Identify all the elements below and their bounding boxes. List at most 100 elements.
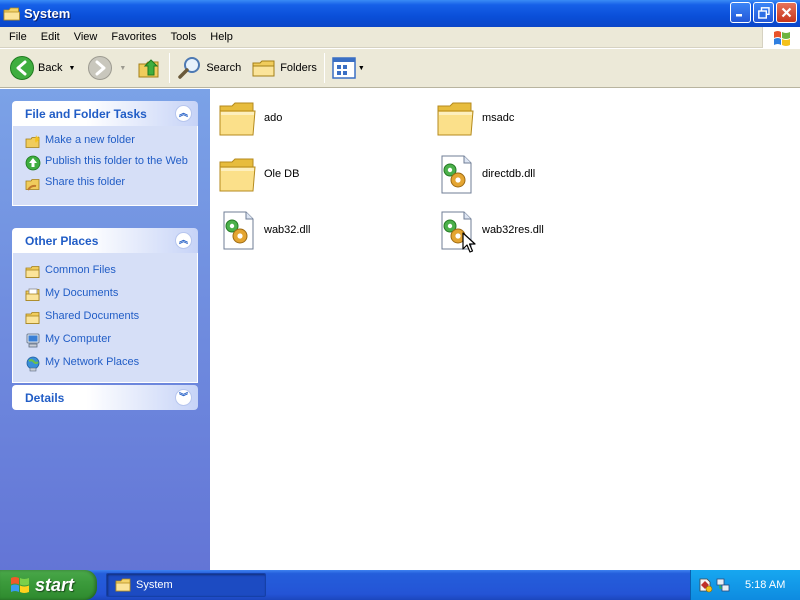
expand-icon[interactable]: ︾ bbox=[175, 389, 192, 406]
back-button[interactable]: Back ▼ bbox=[6, 51, 78, 85]
search-label: Search bbox=[206, 62, 242, 74]
place-label: Shared Documents bbox=[45, 310, 140, 322]
place-my-network-places[interactable]: My Network Places bbox=[25, 356, 189, 372]
folder-icon bbox=[115, 578, 131, 592]
folders-icon bbox=[252, 60, 275, 77]
minimize-icon bbox=[736, 14, 742, 17]
menu-tools[interactable]: Tools bbox=[164, 28, 204, 47]
file-name: wab32.dll bbox=[264, 224, 311, 236]
windows-logo bbox=[762, 27, 800, 48]
other-places-title: Other Places bbox=[25, 233, 99, 248]
file-item-dll[interactable]: directdb.dll bbox=[434, 149, 535, 199]
title-bar[interactable]: System bbox=[0, 0, 800, 27]
other-places-body: Common Files My Documents Shared Documen… bbox=[12, 253, 198, 383]
folder-icon bbox=[219, 102, 256, 136]
task-label: Publish this folder to the Web bbox=[45, 155, 188, 167]
back-dropdown-icon[interactable]: ▼ bbox=[68, 65, 75, 72]
folder-icon bbox=[25, 312, 40, 324]
views-button[interactable]: ▼ bbox=[329, 51, 368, 85]
place-label: My Computer bbox=[45, 333, 112, 345]
menu-view[interactable]: View bbox=[67, 28, 105, 47]
minimize-button[interactable] bbox=[730, 2, 751, 23]
file-name: msadc bbox=[482, 112, 515, 124]
views-icon bbox=[332, 57, 356, 79]
maximize-button[interactable] bbox=[753, 2, 774, 23]
search-button[interactable]: Search bbox=[174, 51, 244, 85]
menu-bar: File Edit View Favorites Tools Help bbox=[0, 27, 800, 48]
file-list-view[interactable]: ado msadc Ole DB directdb.dll wab32.dll … bbox=[210, 89, 800, 570]
menu-file[interactable]: File bbox=[2, 28, 34, 47]
folders-button[interactable]: Folders bbox=[248, 51, 320, 85]
task-publish-folder-web[interactable]: Publish this folder to the Web bbox=[25, 155, 189, 171]
folders-label: Folders bbox=[280, 62, 317, 74]
toolbar-separator bbox=[323, 53, 325, 83]
back-label: Back bbox=[38, 62, 63, 74]
my-documents-icon bbox=[25, 288, 40, 301]
views-dropdown-icon[interactable]: ▼ bbox=[358, 65, 365, 72]
task-label: Share this folder bbox=[45, 176, 126, 188]
dll-file-icon bbox=[223, 211, 254, 250]
taskbar: start System 5:18 AM bbox=[0, 570, 800, 600]
network-connection-icon[interactable] bbox=[715, 577, 731, 593]
security-alert-icon[interactable] bbox=[697, 577, 713, 593]
place-label: My Documents bbox=[45, 287, 119, 299]
close-button[interactable] bbox=[776, 2, 797, 23]
menu-edit[interactable]: Edit bbox=[34, 28, 67, 47]
file-item-dll[interactable]: wab32res.dll bbox=[434, 205, 544, 255]
dll-file-icon bbox=[441, 155, 472, 194]
place-common-files[interactable]: Common Files bbox=[25, 264, 189, 280]
system-tray: 5:18 AM bbox=[690, 570, 800, 600]
place-label: Common Files bbox=[45, 264, 116, 276]
up-folder-icon bbox=[138, 59, 159, 78]
taskbar-window-label: System bbox=[136, 579, 173, 591]
new-folder-icon bbox=[25, 135, 40, 148]
file-name: wab32res.dll bbox=[482, 224, 544, 236]
task-pane: File and Folder Tasks ︽ Make a new folde… bbox=[0, 89, 210, 570]
up-folder-button[interactable] bbox=[133, 51, 165, 85]
folder-icon bbox=[437, 102, 474, 136]
task-make-new-folder[interactable]: Make a new folder bbox=[25, 134, 189, 150]
taskbar-window-button[interactable]: System bbox=[106, 573, 266, 597]
place-my-computer[interactable]: My Computer bbox=[25, 333, 189, 349]
details-panel: Details ︾ bbox=[12, 385, 198, 410]
collapse-icon[interactable]: ︽ bbox=[175, 232, 192, 249]
file-item-folder[interactable]: msadc bbox=[434, 93, 514, 143]
forward-button[interactable]: ▼ bbox=[84, 51, 129, 85]
file-folder-tasks-title: File and Folder Tasks bbox=[25, 106, 147, 121]
file-item-dll[interactable]: wab32.dll bbox=[216, 205, 310, 255]
file-item-folder[interactable]: Ole DB bbox=[216, 149, 299, 199]
details-header[interactable]: Details ︾ bbox=[12, 385, 198, 410]
file-item-folder[interactable]: ado bbox=[216, 93, 282, 143]
collapse-icon[interactable]: ︽ bbox=[175, 105, 192, 122]
place-label: My Network Places bbox=[45, 356, 140, 368]
file-name: ado bbox=[264, 112, 283, 124]
other-places-header[interactable]: Other Places ︽ bbox=[12, 228, 198, 253]
forward-dropdown-icon[interactable]: ▼ bbox=[119, 65, 126, 72]
place-my-documents[interactable]: My Documents bbox=[25, 287, 189, 303]
file-name: Ole DB bbox=[264, 168, 300, 180]
toolbar-separator bbox=[169, 53, 171, 83]
task-label: Make a new folder bbox=[45, 134, 135, 146]
menu-favorites[interactable]: Favorites bbox=[104, 28, 163, 47]
back-arrow-icon bbox=[10, 56, 34, 80]
file-folder-tasks-header[interactable]: File and Folder Tasks ︽ bbox=[12, 101, 198, 126]
my-computer-icon bbox=[26, 333, 40, 348]
forward-arrow-icon bbox=[88, 56, 113, 80]
start-label: start bbox=[35, 574, 75, 595]
close-icon bbox=[781, 7, 792, 18]
clock[interactable]: 5:18 AM bbox=[745, 579, 785, 591]
folder-icon bbox=[3, 7, 20, 20]
other-places-panel: Other Places ︽ Common Files My Documents bbox=[12, 228, 198, 383]
share-folder-icon bbox=[25, 179, 40, 191]
file-name: directdb.dll bbox=[482, 168, 536, 180]
place-shared-documents[interactable]: Shared Documents bbox=[25, 310, 189, 326]
folder-icon bbox=[25, 266, 40, 278]
windows-flag-icon bbox=[11, 577, 29, 593]
folder-icon bbox=[219, 158, 256, 192]
menu-help[interactable]: Help bbox=[203, 28, 240, 47]
task-share-folder[interactable]: Share this folder bbox=[25, 176, 189, 192]
start-button[interactable]: start bbox=[0, 570, 97, 600]
toolbar: Back ▼ ▼ Search Folders ▼ bbox=[0, 49, 800, 88]
restore-icon bbox=[757, 6, 770, 19]
mouse-cursor-icon bbox=[462, 232, 476, 253]
